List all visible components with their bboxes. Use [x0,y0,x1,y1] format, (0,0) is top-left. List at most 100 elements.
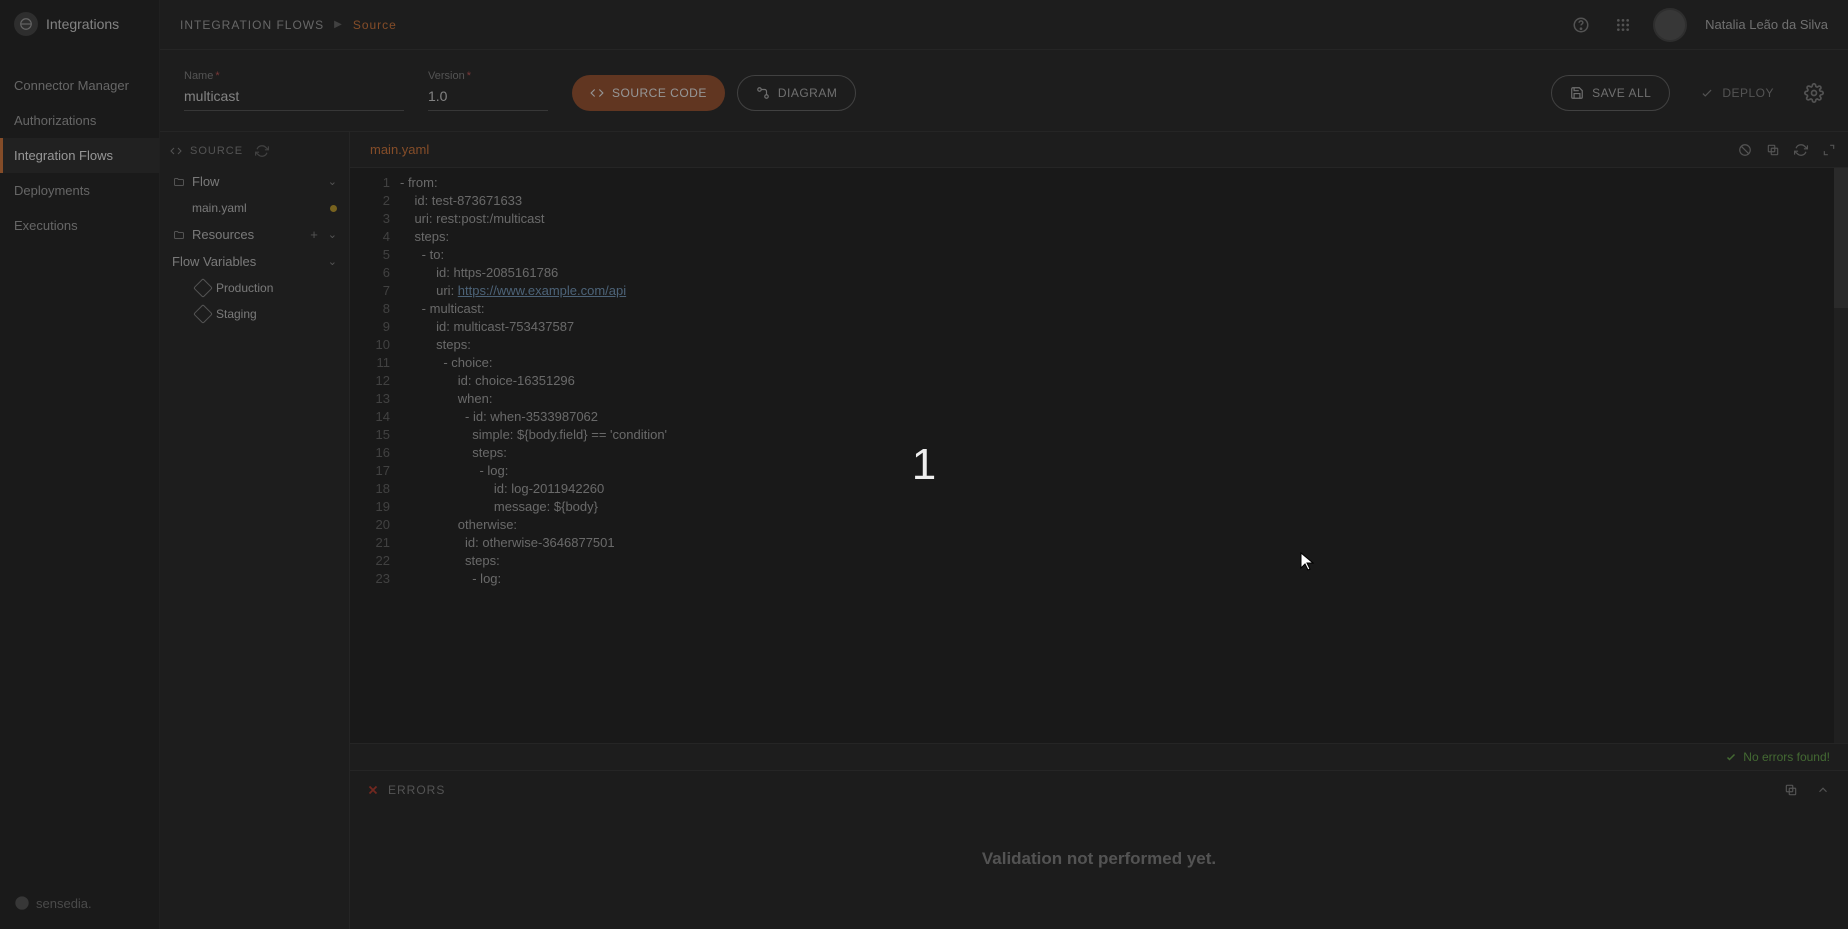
version-field-wrap: Version* [428,70,548,111]
workspace: SOURCE Flow ⌄ main.yaml Resources + ⌄ [160,132,1848,929]
diagram-button[interactable]: DIAGRAM [737,75,857,111]
editor-tabs: main.yaml [350,132,1848,168]
nav-label: Connector Manager [14,78,129,93]
tree-label: Flow [192,174,322,189]
error-icon [366,783,380,797]
tab-label: main.yaml [370,142,429,157]
variable-icon [193,278,213,298]
tree-header-label: SOURCE [190,145,243,157]
folder-icon [172,175,186,189]
brand-logo-icon [14,895,30,911]
dirty-indicator-icon [330,205,337,212]
brand-label: sensedia. [36,896,92,911]
tree-label: Staging [216,307,337,321]
sidebar-item-deployments[interactable]: Deployments [0,173,159,208]
help-icon[interactable] [1569,13,1593,37]
sidebar-footer: sensedia. [0,877,159,929]
minimap[interactable] [1834,168,1848,743]
user-name: Natalia Leão da Silva [1705,17,1828,32]
chevron-down-icon: ⌄ [328,255,337,268]
nav-label: Deployments [14,183,90,198]
nav-label: Executions [14,218,78,233]
button-label: DEPLOY [1722,86,1774,100]
version-input[interactable] [428,82,548,111]
source-code-button[interactable]: SOURCE CODE [572,75,725,111]
tree-label: Resources [192,227,304,242]
breadcrumb: INTEGRATION FLOWS ▶ Source [180,18,397,32]
code-editor[interactable]: 1234567891011121314151617181920212223 - … [350,168,1848,743]
copy-icon[interactable] [1764,141,1782,159]
add-icon[interactable]: + [310,227,318,242]
name-label: Name* [184,70,404,82]
errors-label: ERRORS [388,783,445,797]
editor-tab-main[interactable]: main.yaml [360,136,439,163]
user-avatar[interactable] [1653,8,1687,42]
breadcrumb-leaf: Source [353,18,397,32]
sidebar-item-connector-manager[interactable]: Connector Manager [0,68,159,103]
refresh-icon[interactable] [1792,141,1810,159]
app-logo-icon [14,12,38,36]
minimap-thumb[interactable] [1834,168,1848,308]
button-label: DIAGRAM [778,86,838,100]
check-icon [1725,751,1737,763]
topbar-right: Natalia Leão da Silva [1569,8,1828,42]
tree-label: Production [216,281,337,295]
tree-flow-variables[interactable]: Flow Variables ⌄ [170,250,339,273]
nav-label: Integration Flows [14,148,113,163]
diagram-icon [756,86,770,100]
tree-resources-folder[interactable]: Resources + ⌄ [170,223,339,246]
code-icon [590,86,604,100]
settings-icon[interactable] [1804,83,1824,103]
expand-icon[interactable] [1820,141,1838,159]
editor-status-strip: No errors found! [350,743,1848,770]
breadcrumb-root[interactable]: INTEGRATION FLOWS [180,18,324,32]
source-tree-header: SOURCE [170,144,339,158]
editor-wrap: main.yaml 123456789101112131415161718192… [350,132,1848,929]
tree-var-staging[interactable]: Staging [170,303,339,325]
errors-tools [1782,781,1832,799]
form-row: Name* Version* SOURCE CODE DIAGRAM [160,50,1848,132]
save-all-button[interactable]: SAVE ALL [1551,75,1670,111]
button-label: SAVE ALL [1592,86,1651,100]
status-text: No errors found! [1743,750,1830,764]
variable-icon [193,304,213,324]
apps-grid-icon[interactable] [1611,13,1635,37]
view-toggle-group: SOURCE CODE DIAGRAM [572,75,856,111]
deploy-button[interactable]: DEPLOY [1682,76,1792,110]
chevron-down-icon: ⌄ [328,175,337,188]
nav-label: Authorizations [14,113,96,128]
tree-file-main[interactable]: main.yaml [170,197,339,219]
errors-message: Validation not performed yet. [982,849,1216,869]
code-icon [170,145,182,157]
sidebar-item-authorizations[interactable]: Authorizations [0,103,159,138]
sidebar-header: Integrations [0,0,159,48]
name-input[interactable] [184,82,404,111]
tree-label: main.yaml [192,201,324,215]
tree-label: Flow Variables [172,254,322,269]
editor-tools [1736,141,1838,159]
tree-var-production[interactable]: Production [170,277,339,299]
errors-panel: ERRORS Validation not performed yet. [350,770,1848,929]
source-tree-panel: SOURCE Flow ⌄ main.yaml Resources + ⌄ [160,132,350,929]
collapse-icon[interactable] [1814,781,1832,799]
folder-icon [172,228,186,242]
refresh-icon[interactable] [255,144,269,158]
sidebar-item-integration-flows[interactable]: Integration Flows [0,138,159,173]
copy-icon[interactable] [1782,781,1800,799]
chevron-right-icon: ▶ [334,19,343,30]
sidebar-item-executions[interactable]: Executions [0,208,159,243]
name-field-wrap: Name* [184,70,404,111]
sidebar-nav: Connector Manager Authorizations Integra… [0,68,159,243]
line-gutter: 1234567891011121314151617181920212223 [350,168,400,743]
app-title: Integrations [46,16,119,32]
right-actions: SAVE ALL DEPLOY [1551,75,1824,111]
button-label: SOURCE CODE [612,86,707,100]
disable-icon[interactable] [1736,141,1754,159]
tree-flow-folder[interactable]: Flow ⌄ [170,170,339,193]
errors-header: ERRORS [350,771,1848,809]
errors-body: Validation not performed yet. [350,809,1848,929]
topbar: INTEGRATION FLOWS ▶ Source Natalia Leão … [160,0,1848,50]
chevron-down-icon: ⌄ [328,228,337,241]
main-content: INTEGRATION FLOWS ▶ Source Natalia Leão … [160,0,1848,929]
code-lines: - from: id: test-873671633 uri: rest:pos… [400,168,667,743]
